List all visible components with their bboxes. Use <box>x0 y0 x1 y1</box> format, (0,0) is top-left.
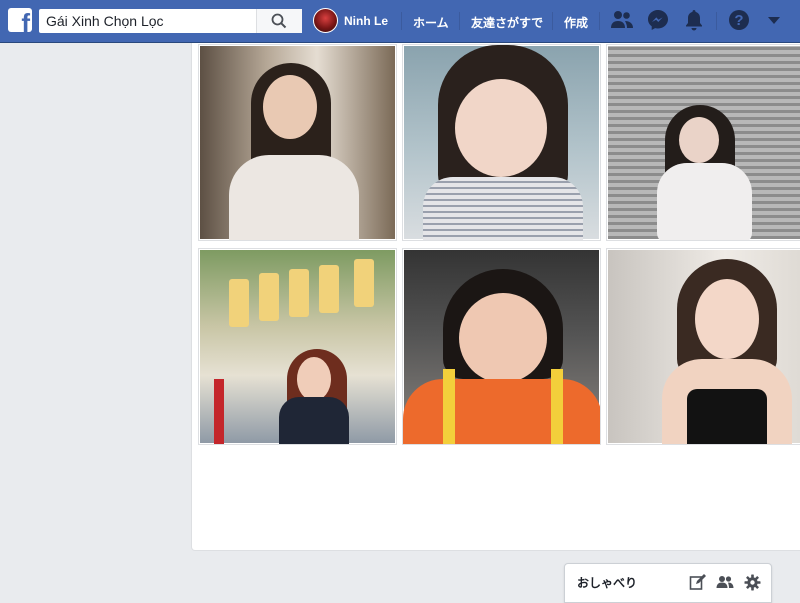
nav-divider <box>599 12 600 30</box>
photo-thumbnail[interactable] <box>198 44 397 241</box>
search-input[interactable] <box>39 9 257 33</box>
settings-gear-icon[interactable] <box>744 574 761 591</box>
facebook-logo-icon[interactable]: f <box>8 8 32 32</box>
chat-sidebar-bar[interactable]: おしゃべり <box>564 563 772 603</box>
create-link[interactable]: 作成 <box>564 14 588 31</box>
search-button[interactable] <box>256 9 302 33</box>
svg-text:?: ? <box>734 12 743 29</box>
notifications-bell-icon[interactable] <box>684 9 704 31</box>
photo-thumbnail[interactable] <box>198 248 397 445</box>
home-link[interactable]: ホーム <box>413 14 449 31</box>
compose-icon[interactable] <box>689 574 706 591</box>
chat-title: おしゃべり <box>577 576 638 590</box>
find-friends-link[interactable]: 友達さがすで <box>471 14 543 31</box>
left-sidebar <box>0 43 192 600</box>
nav-divider <box>552 12 553 30</box>
photo-thumbnail[interactable] <box>606 44 800 241</box>
profile-link[interactable]: Ninh Le <box>313 0 396 42</box>
profile-name: Ninh Le <box>344 14 388 28</box>
photo-thumbnail[interactable] <box>402 44 601 241</box>
photo-thumbnail[interactable] <box>402 248 601 445</box>
photos-panel <box>191 43 800 551</box>
help-question-icon[interactable]: ? <box>728 9 750 31</box>
nav-divider <box>459 12 460 30</box>
avatar <box>313 8 338 33</box>
nav-divider <box>716 12 717 30</box>
group-chat-icon[interactable] <box>716 574 734 591</box>
friend-requests-icon[interactable] <box>610 9 634 31</box>
photo-thumbnail[interactable] <box>606 248 800 445</box>
account-menu-chevron-down-icon[interactable] <box>767 16 781 26</box>
nav-divider <box>401 12 402 30</box>
search-box <box>39 9 302 33</box>
messenger-icon[interactable] <box>647 9 669 31</box>
top-navigation-bar: f Ninh Le ホーム 友達さがすで 作成 ? <box>0 0 800 43</box>
search-icon <box>271 13 287 29</box>
